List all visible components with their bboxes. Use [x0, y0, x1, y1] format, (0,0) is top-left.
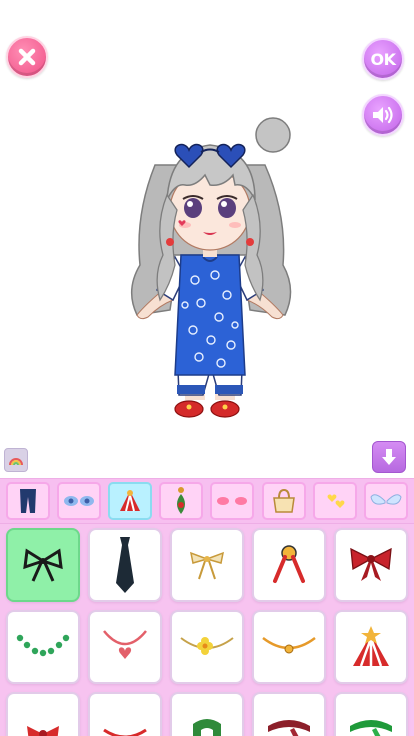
close-icon [18, 48, 36, 66]
item-red-necklace-partial[interactable] [88, 692, 162, 736]
category-earrings[interactable] [159, 482, 203, 520]
green-scarf-2-icon [350, 720, 392, 736]
pendant-necklace-icon [262, 637, 316, 654]
item-gold-pendant-necklace[interactable] [252, 610, 326, 684]
gold-bow-icon [189, 551, 225, 580]
collapse-panel-button[interactable] [372, 441, 406, 473]
item-red-bow-partial[interactable] [6, 692, 80, 736]
tie-icon [116, 537, 134, 593]
items-panel [0, 524, 414, 736]
item-green-scarf-2[interactable] [334, 692, 408, 736]
heart-necklace-icon [103, 630, 147, 659]
doll-character[interactable] [115, 105, 305, 430]
hearts-icon [327, 494, 345, 508]
color-palette-button[interactable] [4, 448, 28, 472]
item-red-bow[interactable] [334, 528, 408, 602]
ok-label: OK [370, 49, 397, 69]
category-blush[interactable] [210, 482, 254, 520]
category-pants[interactable] [6, 482, 50, 520]
arrow-down-icon [382, 449, 396, 465]
speaker-icon [373, 106, 393, 124]
category-eyes[interactable] [57, 482, 101, 520]
wings-icon [370, 494, 402, 505]
medal-ribbon-icon [273, 545, 305, 583]
green-scarf-icon [193, 719, 221, 736]
category-stickers[interactable] [313, 482, 357, 520]
item-gold-bow-pin[interactable] [170, 528, 244, 602]
category-accessories[interactable] [108, 482, 152, 520]
item-red-medal-ribbon[interactable] [252, 528, 326, 602]
dress [174, 254, 246, 376]
handbag-icon [273, 488, 295, 513]
item-maroon-scarf[interactable] [252, 692, 326, 736]
scarf-icon [120, 490, 140, 512]
eyes-icon [64, 496, 94, 506]
ok-button[interactable]: OK [362, 38, 404, 80]
category-bar [0, 478, 414, 524]
item-black-tie[interactable] [88, 528, 162, 602]
item-green-bead-necklace[interactable] [6, 610, 80, 684]
pants-icon [20, 489, 36, 513]
hair-bun [255, 117, 291, 153]
red-necklace-icon [103, 728, 147, 736]
item-black-bow[interactable] [6, 528, 80, 602]
red-bow-small-icon [27, 726, 59, 736]
dress-up-screen: { "buttons": { "ok_label": "OK" }, "icon… [0, 0, 414, 736]
item-striped-scarf-collar[interactable] [334, 610, 408, 684]
rainbow-icon [9, 458, 23, 466]
sound-button[interactable] [362, 94, 404, 136]
flower-necklace-icon [180, 637, 234, 655]
blush-icon [217, 497, 247, 505]
category-wings[interactable] [364, 482, 408, 520]
item-flower-necklace[interactable] [170, 610, 244, 684]
maroon-scarf-icon [268, 720, 310, 736]
item-heart-necklace[interactable] [88, 610, 162, 684]
item-green-scarf[interactable] [170, 692, 244, 736]
red-bow-icon [350, 547, 392, 581]
striped-collar-icon [353, 626, 389, 667]
close-button[interactable] [6, 36, 48, 78]
earring-icon [177, 487, 185, 514]
black-bow-icon [23, 548, 63, 582]
bead-necklace-icon [16, 634, 70, 657]
category-bags[interactable] [262, 482, 306, 520]
